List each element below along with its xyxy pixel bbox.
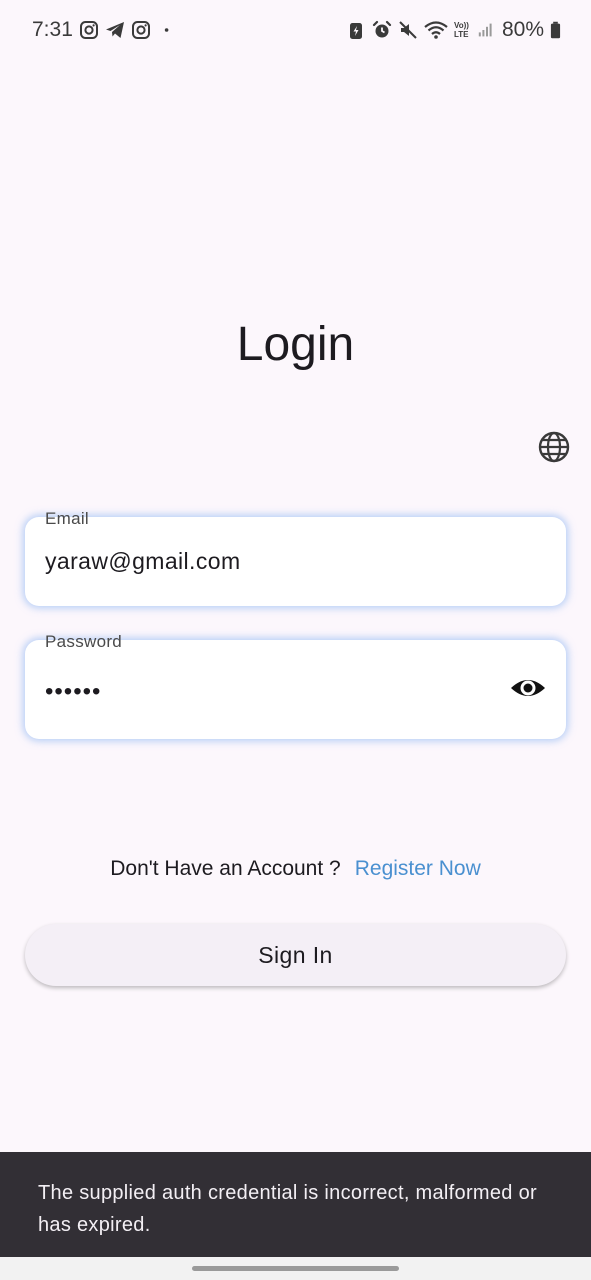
sign-in-button[interactable]: Sign In <box>25 924 566 986</box>
register-prompt: Don't Have an Account ? <box>110 857 341 880</box>
error-snackbar: The supplied auth credential is incorrec… <box>0 1152 591 1257</box>
system-icons: Vo)) LTE 80% <box>346 18 561 42</box>
battery-saver-icon <box>349 23 362 39</box>
battery-percent: 80% <box>501 18 544 41</box>
signal-icon <box>478 23 492 37</box>
password-field[interactable]: •••••• <box>25 640 566 739</box>
volte-icon: Vo)) LTE <box>453 21 469 39</box>
password-label: Password <box>45 632 123 651</box>
mute-icon <box>399 21 417 39</box>
register-row: Don't Have an Account ? Register Now <box>0 857 591 881</box>
email-field[interactable]: yaraw@gmail.com <box>25 517 566 606</box>
notification-icons <box>79 20 175 40</box>
battery-icon <box>550 21 561 39</box>
email-label: Email <box>45 509 90 528</box>
login-screen: 7:31 Vo)) LTE 80% Login yaraw@gmail.com … <box>0 0 591 1280</box>
snackbar-message: The supplied auth credential is incorrec… <box>38 1182 537 1236</box>
telegram-icon <box>106 22 124 38</box>
navigation-bar <box>0 1257 591 1280</box>
email-input-value[interactable]: yaraw@gmail.com <box>45 548 241 575</box>
home-indicator[interactable] <box>192 1266 399 1271</box>
status-bar: 7:31 Vo)) LTE 80% <box>0 0 591 62</box>
wifi-icon <box>424 21 448 39</box>
alarm-icon <box>372 20 392 38</box>
password-input-value[interactable]: •••••• <box>45 678 101 706</box>
dot-icon <box>164 28 169 32</box>
globe-icon[interactable] <box>537 430 571 464</box>
status-time: 7:31 <box>32 18 73 41</box>
eye-icon[interactable] <box>510 670 546 706</box>
register-now-link[interactable]: Register Now <box>355 857 481 880</box>
instagram-icon <box>80 21 98 39</box>
page-title: Login <box>236 318 355 371</box>
instagram-icon <box>132 21 150 39</box>
